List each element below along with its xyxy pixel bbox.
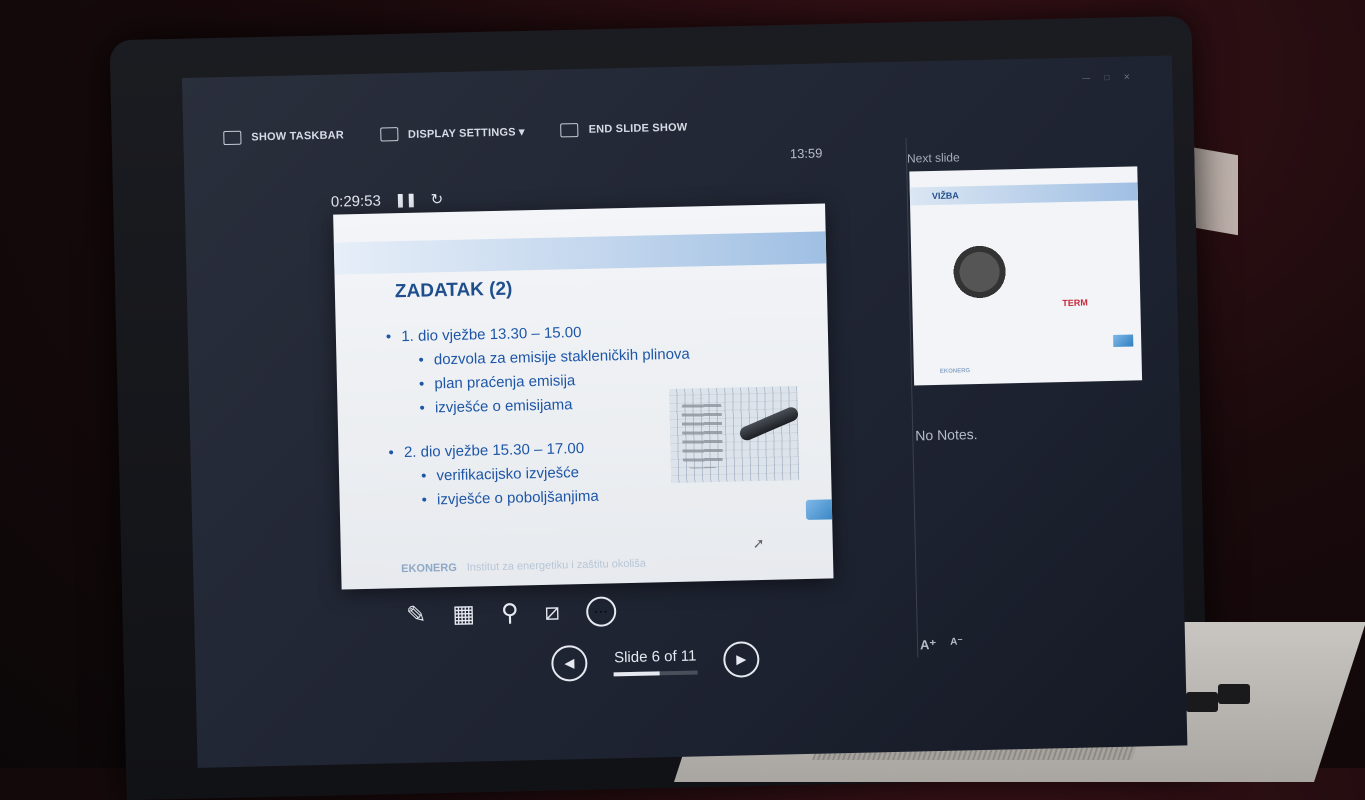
notes-font-controls: A⁺ A⁻ [920, 636, 963, 653]
show-taskbar-button[interactable]: SHOW TASKBAR [223, 128, 345, 146]
slide-progress-bar [613, 669, 698, 676]
keyboard-key [1218, 684, 1250, 704]
next-slide-thumbnail[interactable]: VIŽBA TERM EKONERG [909, 166, 1143, 386]
notebook-spiral [681, 397, 723, 469]
pen-icon[interactable]: ✎ [406, 602, 427, 629]
monitor-settings-icon [379, 127, 399, 142]
black-screen-icon[interactable]: ⧄ [544, 599, 560, 626]
presenter-side-pane: Next slide VIŽBA TERM EKONERG No Notes. … [905, 131, 1169, 658]
mouse-cursor-icon: ➚ [752, 534, 765, 552]
thumb-cubes-image [950, 243, 1023, 315]
slide-footer: EKONERG Institut za energetiku i zaštitu… [401, 558, 646, 576]
slide-counter[interactable]: Slide 6 of 11 [613, 647, 697, 666]
end-show-icon [560, 123, 579, 138]
slide-counter-block: Slide 6 of 11 [613, 647, 698, 676]
thumb-term-text: TERM [1062, 297, 1088, 309]
current-time: 13:59 [789, 145, 823, 162]
footer-subtitle: Institut za energetiku i zaštitu okoliša [466, 557, 647, 574]
slide-logo [805, 499, 834, 520]
slide-bullet-list: 1. dio vježbe 13.30 – 15.00 dozvola za e… [386, 319, 694, 514]
slide-title: ZADATAK (2) [394, 278, 513, 303]
window-controls[interactable]: — □ ✕ [1082, 72, 1136, 82]
decrease-font-icon[interactable]: A⁻ [950, 636, 963, 652]
end-slide-show-button[interactable]: END SLIDE SHOW [560, 121, 687, 138]
notebook-pen-image [669, 386, 801, 484]
taskbar-icon [223, 130, 242, 146]
pen [737, 405, 801, 443]
next-slide-label: Next slide [906, 150, 960, 166]
thumb-title: VIŽBA [931, 190, 959, 202]
slide-navigation: ◀ Slide 6 of 11 ▶ [550, 641, 760, 682]
show-taskbar-label: SHOW TASKBAR [251, 129, 345, 144]
increase-font-icon[interactable]: A⁺ [920, 637, 937, 653]
presenter-view: — □ ✕ SHOW TASKBAR DISPLAY SETTINGS ▾ EN… [182, 55, 1188, 768]
presentation-timer: 0:29:53 ❚❚ ↻ [331, 190, 444, 211]
display-settings-label: DISPLAY SETTINGS ▾ [407, 125, 525, 141]
slide-progress-fill [613, 670, 660, 676]
keyboard-key [1186, 692, 1218, 712]
previous-slide-button[interactable]: ◀ [550, 644, 588, 682]
thumb-logo [1113, 334, 1134, 347]
elapsed-time: 0:29:53 [330, 192, 382, 211]
next-slide-button[interactable]: ▶ [722, 641, 760, 678]
current-slide[interactable]: ZADATAK (2) 1. dio vježbe 13.30 – 15.00 … [333, 203, 834, 590]
footer-brand: EKONERG [401, 561, 457, 576]
restart-timer-icon[interactable]: ↻ [430, 190, 443, 208]
presenter-toolbar: SHOW TASKBAR DISPLAY SETTINGS ▾ END SLID… [223, 121, 687, 146]
pause-icon[interactable]: ❚❚ [395, 192, 417, 208]
speaker-notes[interactable]: No Notes. [915, 426, 978, 443]
see-all-slides-icon[interactable]: ▦ [452, 600, 475, 628]
display-settings-button[interactable]: DISPLAY SETTINGS ▾ [379, 124, 525, 142]
more-options-icon[interactable]: ··· [585, 596, 617, 627]
end-slide-show-label: END SLIDE SHOW [588, 121, 688, 136]
slide-tools: ✎ ▦ ⚲ ⧄ ··· [406, 596, 617, 631]
zoom-icon[interactable]: ⚲ [501, 600, 519, 627]
slide-header-band [333, 231, 827, 275]
thumb-footer: EKONERG [939, 368, 971, 375]
